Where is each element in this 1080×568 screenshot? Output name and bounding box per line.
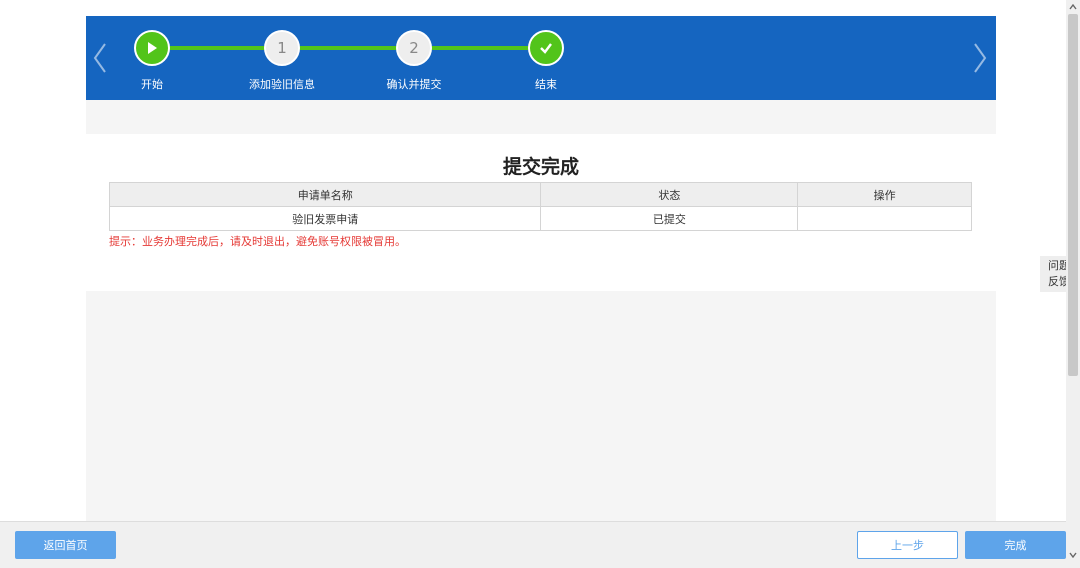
feedback-line-1: 问题 [1048, 259, 1066, 272]
cell-action [797, 206, 972, 231]
scrollbar-thumb[interactable] [1068, 14, 1078, 376]
logout-tip: 提示：业务办理完成后，请及时退出，避免账号权限被冒用。 [109, 235, 406, 248]
step-2-circle: 1 [264, 30, 300, 66]
step-progress-header: 开始 1 添加验旧信息 2 确认并提交 结束 [86, 16, 996, 100]
return-home-button[interactable]: 返回首页 [15, 531, 116, 559]
application-table: 申请单名称 状态 操作 验旧发票申请 已提交 [108, 182, 972, 231]
step-3-label: 确认并提交 [386, 78, 442, 91]
step-3-circle: 2 [396, 30, 432, 66]
column-header-status: 状态 [540, 182, 799, 207]
play-icon [148, 42, 157, 54]
feedback-tab[interactable]: 问题 反馈 [1040, 256, 1066, 292]
bottom-action-bar: 返回首页 上一步 完成 [0, 521, 1066, 568]
result-panel: 提交完成 申请单名称 状态 操作 验旧发票申请 已提交 提示：业务办理完成后，请… [86, 134, 996, 291]
cell-application-name: 验旧发票申请 [108, 206, 542, 231]
table-header-row: 申请单名称 状态 操作 [108, 182, 972, 207]
step-1-label: 开始 [141, 78, 163, 91]
column-header-name: 申请单名称 [108, 182, 542, 207]
finish-button[interactable]: 完成 [965, 531, 1066, 559]
column-header-action: 操作 [797, 182, 972, 207]
step-connector-line [152, 46, 548, 50]
step-4-end [528, 30, 564, 66]
chevron-right-icon[interactable] [970, 38, 990, 78]
scroll-up-icon[interactable] [1066, 0, 1080, 14]
check-icon [540, 43, 552, 54]
scroll-down-icon[interactable] [1066, 548, 1080, 562]
previous-step-button[interactable]: 上一步 [857, 531, 958, 559]
step-2-label: 添加验旧信息 [249, 78, 315, 91]
vertical-scrollbar[interactable] [1066, 0, 1080, 568]
step-4-label: 结束 [535, 78, 557, 91]
feedback-line-2: 反馈 [1048, 275, 1066, 288]
step-1-start [134, 30, 170, 66]
chevron-left-icon[interactable] [90, 38, 110, 78]
table-row: 验旧发票申请 已提交 [108, 206, 972, 231]
cell-status: 已提交 [540, 206, 799, 231]
page-title: 提交完成 [502, 156, 579, 178]
